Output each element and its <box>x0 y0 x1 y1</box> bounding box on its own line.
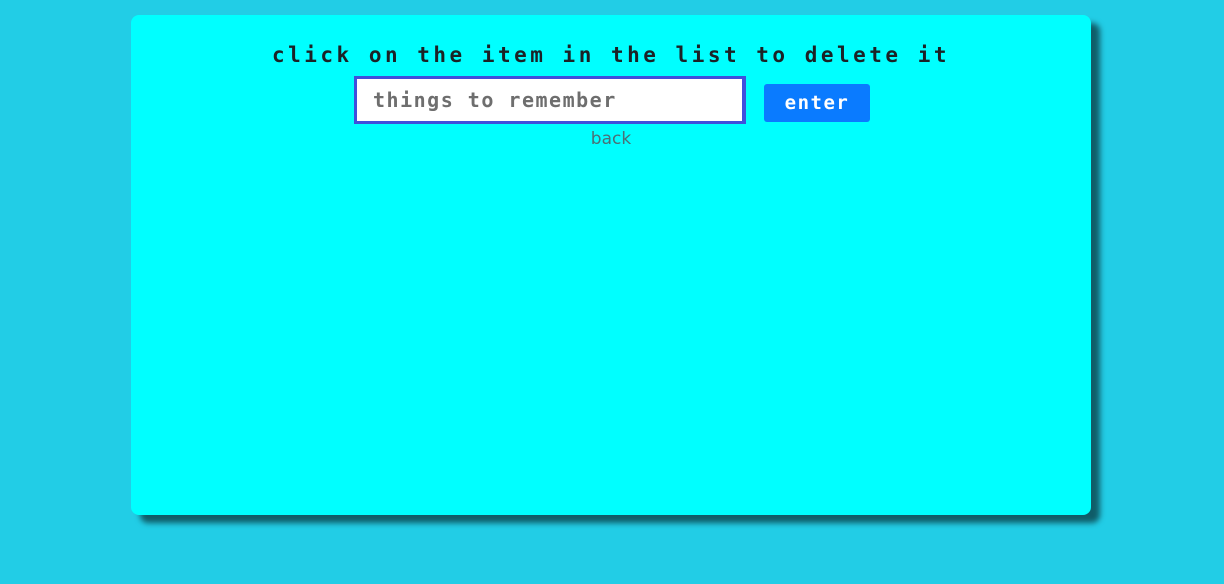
things-to-remember-input[interactable] <box>354 76 746 124</box>
todo-card: click on the item in the list to delete … <box>131 15 1091 515</box>
enter-button[interactable]: enter <box>764 84 870 122</box>
back-link[interactable]: back <box>591 129 631 149</box>
page-title: click on the item in the list to delete … <box>271 43 950 67</box>
back-link-row: back <box>131 129 1091 149</box>
